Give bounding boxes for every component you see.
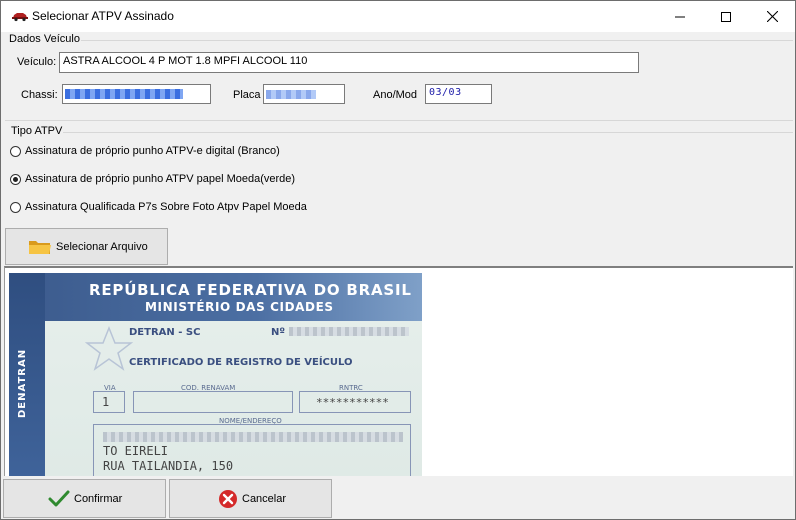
doc-renavam-box bbox=[133, 391, 293, 413]
anomod-label: Ano/Mod bbox=[373, 89, 418, 101]
radio-button[interactable] bbox=[10, 145, 21, 157]
select-file-button[interactable]: Selecionar Arquivo bbox=[5, 228, 168, 265]
radio-option-p7s[interactable]: Assinatura Qualificada P7s Sobre Foto At… bbox=[10, 201, 307, 213]
document-preview-panel[interactable]: DENATRAN REPÚBLICA FEDERATIVA DO BRASIL … bbox=[4, 266, 793, 476]
maximize-button[interactable] bbox=[703, 1, 749, 32]
radio-option-verde[interactable]: Assinatura de próprio punho ATPV papel M… bbox=[10, 173, 295, 185]
maximize-icon bbox=[721, 11, 731, 22]
doc-certificado: CERTIFICADO DE REGISTRO DE VEÍCULO bbox=[129, 357, 353, 368]
doc-detran: DETRAN - SC bbox=[129, 327, 201, 338]
doc-via-box: 1 bbox=[93, 391, 125, 413]
doc-title: REPÚBLICA FEDERATIVA DO BRASIL bbox=[89, 281, 412, 299]
doc-rntrc-value: *********** bbox=[316, 396, 389, 409]
veiculo-label: Veículo: bbox=[17, 56, 57, 68]
folder-icon bbox=[28, 238, 52, 256]
doc-nome-line2: RUA TAILANDIA, 150 bbox=[103, 459, 234, 473]
minimize-button[interactable] bbox=[657, 1, 703, 32]
doc-subtitle: MINISTÉRIO DAS CIDADES bbox=[145, 300, 334, 314]
group-divider bbox=[81, 40, 793, 41]
placa-field[interactable] bbox=[263, 84, 345, 104]
redacted-placa bbox=[266, 90, 316, 99]
close-button[interactable] bbox=[749, 1, 795, 32]
dados-veiculo-label: Dados Veículo bbox=[9, 33, 80, 45]
checkmark-icon bbox=[48, 490, 70, 508]
radio-button[interactable] bbox=[10, 201, 21, 213]
group-divider bbox=[5, 120, 793, 121]
cancel-label: Cancelar bbox=[242, 492, 287, 505]
chassi-label: Chassi: bbox=[21, 89, 58, 101]
close-icon bbox=[766, 11, 778, 22]
tipo-atpv-label: Tipo ATPV bbox=[11, 125, 63, 137]
minimize-icon bbox=[675, 16, 685, 17]
anomod-field[interactable]: 03/03 bbox=[425, 84, 492, 104]
doc-nome-line1: TO EIRELI bbox=[103, 444, 169, 458]
cancel-icon bbox=[218, 489, 238, 509]
radio-button-checked[interactable] bbox=[10, 173, 21, 185]
radio-option-branco[interactable]: Assinatura de próprio punho ATPV-e digit… bbox=[10, 145, 280, 157]
car-icon bbox=[11, 10, 29, 24]
radio-label: Assinatura Qualificada P7s Sobre Foto At… bbox=[25, 201, 307, 213]
title-bar[interactable]: Selecionar ATPV Assinado bbox=[1, 1, 795, 32]
placa-label: Placa bbox=[233, 89, 261, 101]
redacted-chassi bbox=[65, 89, 183, 99]
confirm-button[interactable]: Confirmar bbox=[3, 479, 166, 518]
dialog-window: Selecionar ATPV Assinado Dados Veículo V… bbox=[0, 0, 796, 520]
veiculo-field[interactable]: ASTRA ALCOOL 4 P MOT 1.8 MPFI ALCOOL 110 bbox=[59, 52, 639, 73]
redacted-nome bbox=[103, 432, 403, 442]
radio-label: Assinatura de próprio punho ATPV-e digit… bbox=[25, 145, 280, 157]
doc-numero-label: Nº bbox=[271, 327, 286, 338]
doc-via-value: 1 bbox=[102, 395, 110, 409]
radio-label: Assinatura de próprio punho ATPV papel M… bbox=[25, 173, 296, 185]
confirm-label: Confirmar bbox=[74, 492, 123, 505]
atpv-document-image: DENATRAN REPÚBLICA FEDERATIVA DO BRASIL … bbox=[9, 273, 422, 476]
select-file-label: Selecionar Arquivo bbox=[56, 240, 148, 253]
group-divider bbox=[63, 132, 793, 133]
chassi-field[interactable] bbox=[62, 84, 211, 104]
window-title: Selecionar ATPV Assinado bbox=[32, 9, 174, 23]
doc-rntrc-box: *********** bbox=[299, 391, 411, 413]
doc-sidebar-text: DENATRAN bbox=[17, 348, 28, 418]
redacted-numero bbox=[289, 327, 409, 336]
cancel-button[interactable]: Cancelar bbox=[169, 479, 332, 518]
